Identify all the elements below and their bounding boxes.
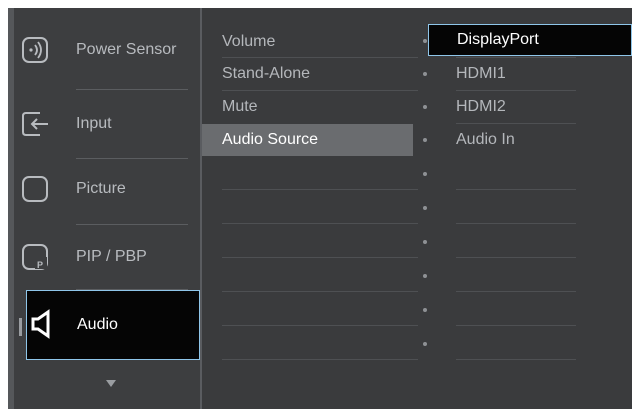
submenu-separator — [222, 257, 418, 258]
option-label-hdmi1: HDMI1 — [456, 65, 506, 82]
row-dot — [423, 274, 427, 278]
input-icon — [22, 112, 48, 136]
svg-text:P: P — [37, 260, 43, 270]
row-dot — [423, 138, 427, 142]
menu-label-power-sensor: Power Sensor — [76, 41, 177, 58]
menu-item-input[interactable]: Input — [14, 94, 200, 154]
option-separator — [456, 325, 576, 326]
submenu-separator — [222, 291, 418, 292]
osd-menu: Power Sensor Input Picture P PIP / PBP A… — [8, 8, 632, 409]
submenu-label-mute: Mute — [222, 98, 258, 115]
row-dot — [423, 240, 427, 244]
menu-item-picture[interactable]: Picture — [14, 159, 200, 219]
menu-item-audio[interactable]: Audio — [26, 290, 200, 360]
audio-icon — [31, 309, 50, 339]
option-hdmi2[interactable]: HDMI2 — [428, 91, 632, 123]
menu-item-pip-pbp[interactable]: P PIP / PBP — [14, 227, 200, 287]
row-dot — [423, 172, 427, 176]
option-separator — [456, 90, 576, 91]
menu-separator — [76, 224, 188, 225]
pip-icon: P — [22, 244, 48, 270]
row-dot — [423, 308, 427, 312]
menu-label-pip-pbp: PIP / PBP — [76, 248, 147, 265]
row-dot — [423, 39, 427, 43]
submenu-item-stand-alone[interactable]: Stand-Alone — [202, 58, 426, 90]
menu-label-picture: Picture — [76, 180, 126, 197]
row-dot — [423, 105, 427, 109]
submenu-item-volume[interactable]: Volume — [202, 26, 426, 58]
submenu-item-audio-source[interactable]: Audio Source — [202, 124, 413, 156]
submenu-label-stand-alone: Stand-Alone — [222, 65, 311, 82]
menu-label-audio: Audio — [77, 316, 118, 333]
option-label-audio-in: Audio In — [456, 131, 515, 148]
option-separator — [456, 257, 576, 258]
option-label-hdmi2: HDMI2 — [456, 98, 506, 115]
option-separator — [456, 291, 576, 292]
row-dot — [423, 72, 427, 76]
option-separator — [456, 223, 576, 224]
menu-label-input: Input — [76, 115, 112, 132]
picture-icon — [22, 176, 48, 202]
option-label-displayport: DisplayPort — [457, 31, 539, 48]
scroll-position-marker — [19, 318, 22, 336]
option-displayport[interactable]: DisplayPort — [428, 24, 632, 56]
submenu-separator — [222, 189, 418, 190]
menu-item-power-sensor[interactable]: Power Sensor — [14, 20, 200, 80]
submenu-label-volume: Volume — [222, 33, 276, 50]
submenu-item-mute[interactable]: Mute — [202, 91, 426, 123]
menu-separator — [76, 89, 188, 90]
row-dot — [423, 206, 427, 210]
option-audio-in[interactable]: Audio In — [428, 124, 632, 156]
option-separator — [456, 123, 576, 124]
power-sensor-icon — [22, 37, 48, 63]
option-separator — [456, 359, 576, 360]
submenu-separator — [222, 359, 418, 360]
submenu-separator — [222, 325, 418, 326]
option-separator — [456, 57, 576, 58]
submenu-separator — [222, 223, 418, 224]
option-separator — [456, 189, 576, 190]
submenu-label-audio-source: Audio Source — [222, 131, 319, 148]
option-hdmi1[interactable]: HDMI1 — [428, 58, 632, 90]
scroll-down-arrow-icon[interactable] — [106, 380, 116, 387]
row-dot — [423, 342, 427, 346]
